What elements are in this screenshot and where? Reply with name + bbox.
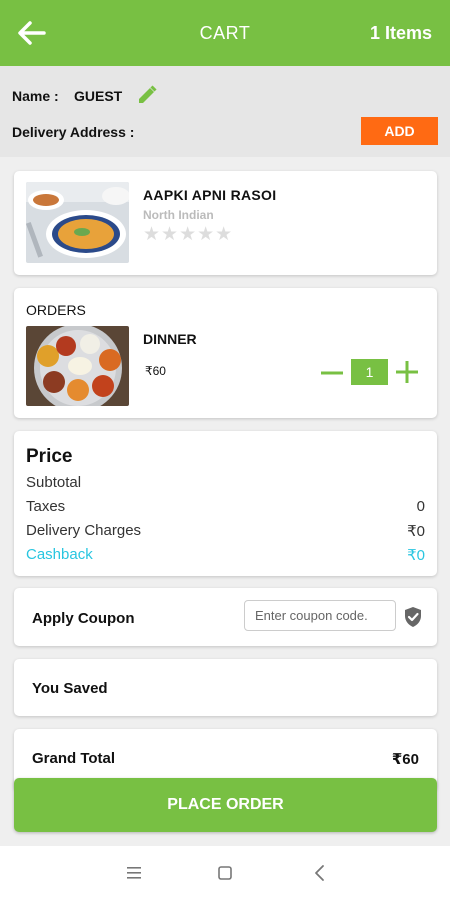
decrease-quantity-minus-icon[interactable] (319, 360, 345, 386)
coupon-code-input[interactable] (244, 600, 396, 631)
edit-name-pencil-icon[interactable] (136, 84, 158, 106)
home-square-icon[interactable] (213, 862, 237, 884)
taxes-value: 0 (416, 498, 425, 515)
cart-items-count: 1 Items (369, 23, 432, 43)
price-card: Price Subtotal Taxes 0 Delivery Charges … (14, 431, 437, 576)
grand-total-label: Grand Total (32, 750, 116, 767)
dish-image (26, 326, 129, 406)
cashback-label: Cashback (26, 546, 93, 563)
you-saved-label: You Saved (32, 680, 108, 697)
back-chevron-left-icon[interactable] (308, 862, 332, 884)
apply-coupon-label: Apply Coupon (32, 610, 135, 627)
name-label: Name : (12, 88, 59, 104)
orders-label: ORDERS (26, 302, 86, 318)
restaurant-card: AAPKI APNI RASOI North Indian ★★★★★ (14, 171, 437, 275)
quantity-value: 1 (351, 359, 388, 385)
increase-quantity-plus-icon[interactable] (394, 359, 420, 385)
dish-price: ₹60 (145, 364, 166, 378)
delivery-charges-label: Delivery Charges (26, 522, 142, 539)
add-address-button[interactable]: ADD (361, 117, 438, 145)
restaurant-cuisine: North Indian (143, 208, 214, 222)
rating-stars: ★★★★★ (143, 224, 234, 245)
recent-apps-menu-icon[interactable] (122, 862, 146, 884)
system-navigation-bar (0, 846, 450, 900)
user-info-bar: Name : GUEST Delivery Address : ADD (0, 66, 450, 157)
you-saved-card: You Saved (14, 659, 437, 716)
dish-name: DINNER (143, 331, 197, 347)
orders-card: ORDERS DINNER ₹60 1 (14, 288, 437, 418)
subtotal-label: Subtotal (26, 474, 82, 491)
coupon-card: Apply Coupon (14, 588, 437, 646)
grand-total-value: ₹60 (391, 751, 419, 768)
restaurant-food-image (26, 182, 129, 263)
delivery-address-label: Delivery Address : (12, 124, 135, 140)
name-value: GUEST (74, 88, 123, 104)
shield-check-icon[interactable] (403, 606, 423, 628)
delivery-charges-value: ₹0 (407, 523, 425, 540)
cashback-value: ₹0 (407, 547, 425, 564)
place-order-button[interactable]: PLACE ORDER (14, 778, 437, 832)
restaurant-name: AAPKI APNI RASOI (143, 187, 277, 203)
taxes-label: Taxes (26, 498, 66, 515)
price-title: Price (26, 446, 73, 467)
app-header: CART 1 Items (0, 0, 450, 66)
